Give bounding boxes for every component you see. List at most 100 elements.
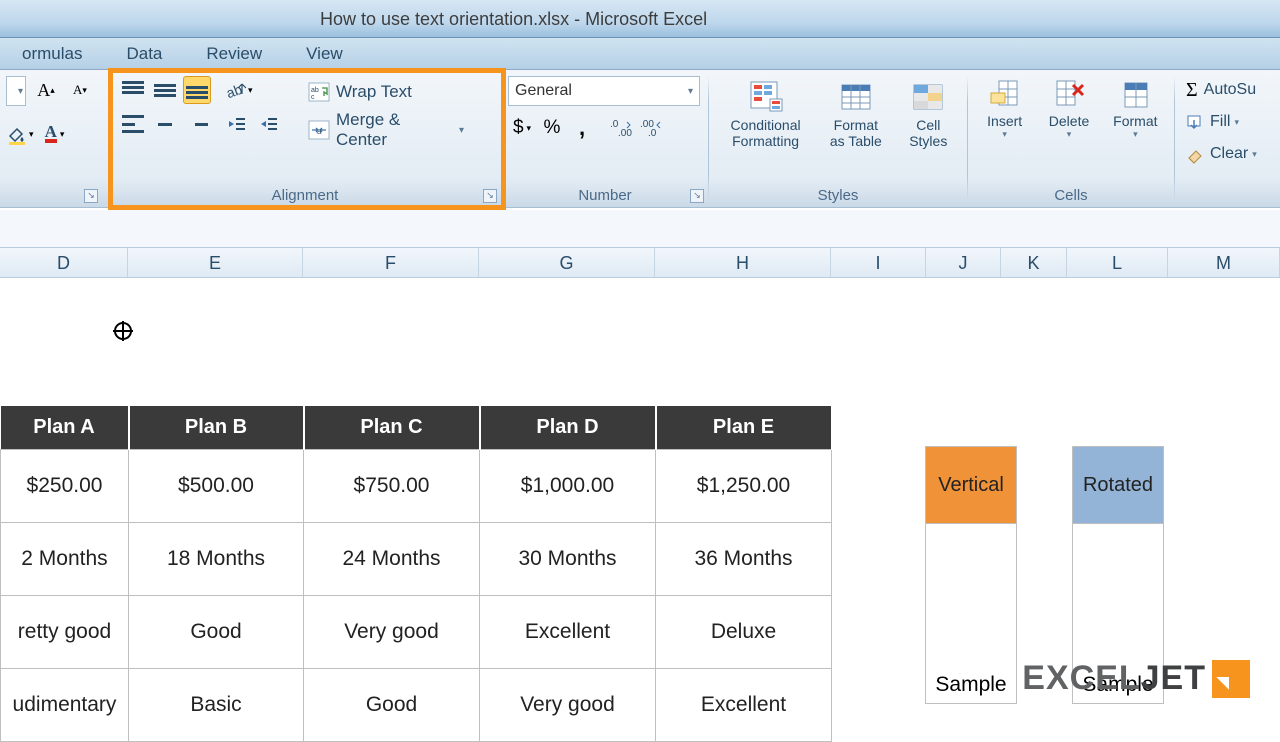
alignment-dialog-launcher[interactable]: ↘	[483, 189, 497, 203]
column-header[interactable]: J	[926, 248, 1001, 277]
plan-cell[interactable]: Very good	[480, 669, 656, 742]
svg-text:.00: .00	[618, 128, 632, 139]
plan-cell[interactable]: $250.00	[1, 450, 129, 523]
plans-table[interactable]: Plan APlan BPlan CPlan DPlan E $250.00$50…	[0, 406, 833, 742]
cf-label: Conditional Formatting	[731, 117, 801, 149]
fill-color-button[interactable]: ▾	[6, 120, 35, 148]
tab-review[interactable]: Review	[184, 38, 284, 69]
autosum-button[interactable]: Σ AutoSu	[1181, 76, 1277, 104]
percent-format-button[interactable]: %	[538, 114, 566, 142]
tab-data[interactable]: Data	[104, 38, 184, 69]
merge-icon: a	[308, 120, 330, 140]
insert-cells-button[interactable]: Insert▾	[974, 74, 1035, 145]
wrap-text-label: Wrap Text	[336, 82, 412, 102]
plan-cell[interactable]: retty good	[1, 596, 129, 669]
svg-text:c: c	[311, 94, 315, 101]
plan-cell[interactable]: Good	[304, 669, 480, 742]
number-format-combo[interactable]: General▾	[508, 76, 700, 106]
column-header[interactable]: G	[479, 248, 655, 277]
column-headers[interactable]: DEFGHIJKLM	[0, 248, 1280, 278]
align-left-button[interactable]	[119, 110, 147, 138]
group-editing-partial: Σ AutoSu Fill ▾ Clear ▾	[1175, 70, 1275, 207]
plan-cell[interactable]: $500.00	[129, 450, 304, 523]
group-styles: Conditional Formatting Format as Table C…	[709, 70, 967, 207]
group-label-alignment: Alignment	[115, 185, 495, 207]
format-label: Format	[1113, 113, 1157, 129]
plan-cell[interactable]: 18 Months	[129, 523, 304, 596]
delete-icon	[1053, 79, 1085, 111]
font-color-button[interactable]: A ▾	[41, 120, 69, 148]
plan-cell[interactable]: udimentary	[1, 669, 129, 742]
plan-cell[interactable]: Very good	[304, 596, 480, 669]
insert-label: Insert	[987, 113, 1022, 129]
align-middle-button[interactable]	[151, 76, 179, 104]
plan-cell[interactable]: 24 Months	[304, 523, 480, 596]
svg-text:ab: ab	[311, 87, 319, 94]
decrease-font-button[interactable]: A▾	[66, 76, 94, 104]
plan-cell[interactable]: 2 Months	[1, 523, 129, 596]
column-header[interactable]: E	[128, 248, 303, 277]
tab-view[interactable]: View	[284, 38, 365, 69]
decrease-indent-button[interactable]	[223, 110, 251, 138]
merge-center-button[interactable]: a Merge & Center ▾	[301, 114, 471, 146]
comma-format-button[interactable]: ,	[568, 114, 596, 142]
plan-cell[interactable]: Deluxe	[656, 596, 832, 669]
fill-icon	[1186, 114, 1204, 130]
increase-indent-button[interactable]	[255, 110, 283, 138]
plan-cell[interactable]: 36 Months	[656, 523, 832, 596]
clear-label: Clear	[1210, 145, 1248, 163]
wrap-text-button[interactable]: abc Wrap Text	[301, 76, 471, 108]
plan-cell[interactable]: $1,000.00	[480, 450, 656, 523]
column-header[interactable]: K	[1001, 248, 1067, 277]
title-bar: How to use text orientation.xlsx - Micro…	[0, 0, 1280, 38]
plan-cell[interactable]: $1,250.00	[656, 450, 832, 523]
wrap-text-icon: abc	[308, 82, 330, 102]
number-format-value: General	[515, 82, 572, 100]
column-header[interactable]: L	[1067, 248, 1168, 277]
align-right-button[interactable]	[183, 110, 211, 138]
column-header[interactable]: I	[831, 248, 926, 277]
column-header[interactable]: D	[0, 248, 128, 277]
logo-text-2: JET	[1141, 659, 1206, 698]
format-as-table-button[interactable]: Format as Table	[818, 74, 893, 154]
plan-header[interactable]: Plan B	[129, 406, 304, 450]
tab-formulas[interactable]: ormulas	[0, 38, 104, 69]
decrease-decimal-button[interactable]: .00.0	[638, 114, 666, 142]
conditional-formatting-button[interactable]: Conditional Formatting	[715, 74, 816, 154]
cs-label: Cell Styles	[909, 117, 947, 149]
font-dropdown-partial[interactable]: ▾	[6, 76, 26, 106]
orientation-button[interactable]: ab ▾	[223, 76, 254, 104]
insert-icon	[989, 79, 1021, 111]
cell-styles-icon	[910, 79, 946, 115]
fill-button[interactable]: Fill ▾	[1181, 108, 1277, 136]
plan-cell[interactable]: Basic	[129, 669, 304, 742]
plan-header[interactable]: Plan D	[480, 406, 656, 450]
clear-button[interactable]: Clear ▾	[1181, 140, 1277, 168]
plan-header[interactable]: Plan E	[656, 406, 832, 450]
column-header[interactable]: M	[1168, 248, 1280, 277]
plan-cell[interactable]: Good	[129, 596, 304, 669]
column-header[interactable]: H	[655, 248, 831, 277]
logo-text-1: EXCEL	[1022, 659, 1140, 698]
column-header[interactable]: F	[303, 248, 479, 277]
fat-label: Format as Table	[830, 117, 882, 149]
increase-font-button[interactable]: A▴	[32, 76, 60, 104]
plan-cell[interactable]: 30 Months	[480, 523, 656, 596]
vertical-sample-box[interactable]: Vertical Sample	[925, 446, 1017, 704]
plan-header[interactable]: Plan C	[304, 406, 480, 450]
plan-cell[interactable]: $750.00	[304, 450, 480, 523]
delete-cells-button[interactable]: Delete▾	[1037, 74, 1100, 145]
format-cells-button[interactable]: Format▾	[1103, 74, 1168, 145]
cell-styles-button[interactable]: Cell Styles	[896, 74, 961, 154]
align-center-button[interactable]	[151, 110, 179, 138]
number-dialog-launcher[interactable]: ↘	[690, 189, 704, 203]
align-bottom-button[interactable]	[183, 76, 211, 104]
accounting-format-button[interactable]: $▾	[508, 114, 536, 142]
plan-header[interactable]: Plan A	[1, 406, 129, 450]
worksheet[interactable]: DEFGHIJKLM Plan APlan BPlan CPlan DPlan …	[0, 210, 1280, 720]
align-top-button[interactable]	[119, 76, 147, 104]
font-dialog-launcher[interactable]: ↘	[84, 189, 98, 203]
increase-decimal-button[interactable]: .0.00	[608, 114, 636, 142]
plan-cell[interactable]: Excellent	[656, 669, 832, 742]
plan-cell[interactable]: Excellent	[480, 596, 656, 669]
